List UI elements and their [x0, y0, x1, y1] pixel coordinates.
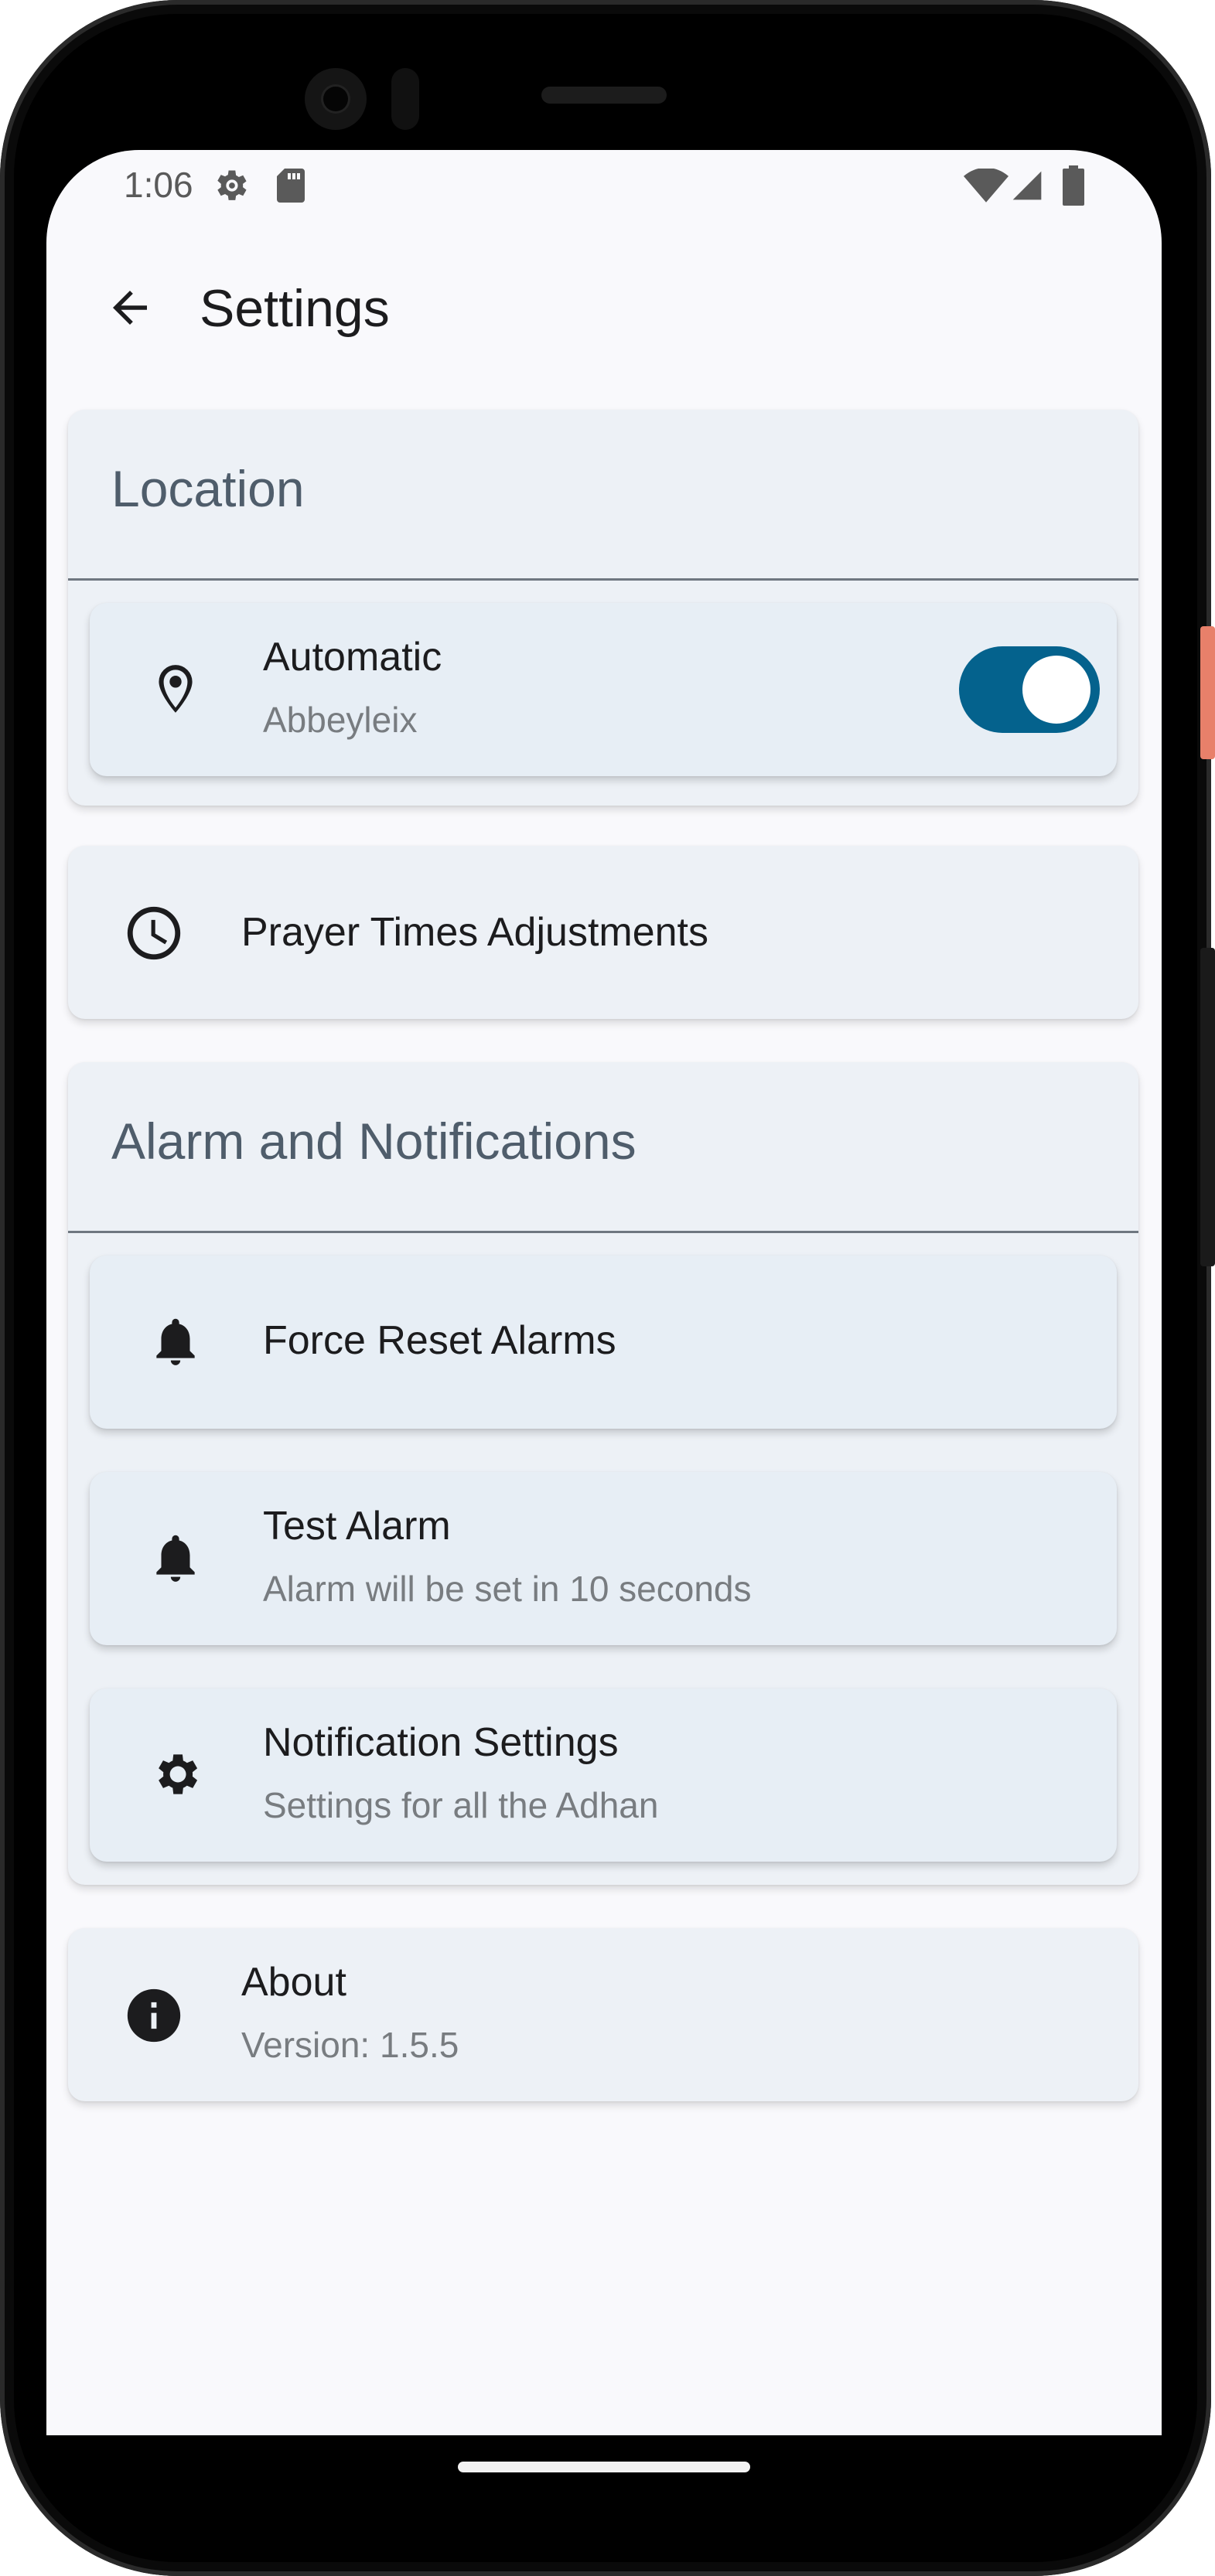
automatic-subtitle: Abbeyleix: [263, 700, 418, 740]
notification-settings-subtitle: Settings for all the Adhan: [263, 1785, 659, 1825]
section-divider: [68, 1231, 1138, 1233]
about-label: About: [241, 1960, 346, 2005]
status-time: 1:06: [124, 165, 193, 205]
prayer-times-adjustments-label: Prayer Times Adjustments: [241, 910, 708, 955]
proximity-sensor: [391, 68, 419, 130]
screen: 1:06 Settings Location Automatic Abbeyle…: [46, 150, 1162, 2438]
page-title: Settings: [200, 279, 390, 338]
force-reset-alarms-label: Force Reset Alarms: [263, 1318, 616, 1363]
prayer-times-adjustments-row[interactable]: Prayer Times Adjustments: [68, 846, 1138, 1019]
cell-signal-icon: [1012, 171, 1042, 200]
about-row[interactable]: About Version: 1.5.5: [68, 1928, 1138, 2101]
clock-icon: [127, 906, 181, 960]
location-section-title: Location: [111, 460, 305, 517]
alarm-notifications-section-title: Alarm and Notifications: [111, 1113, 637, 1170]
gear-icon: [159, 1754, 198, 1794]
navigation-bar: [46, 2435, 1162, 2544]
toggle-knob: [1022, 656, 1090, 724]
test-alarm-subtitle: Alarm will be set in 10 seconds: [263, 1569, 752, 1609]
automatic-location-row[interactable]: Automatic Abbeyleix: [90, 603, 1117, 776]
volume-button: [1200, 948, 1215, 1266]
automatic-label: Automatic: [263, 635, 442, 680]
automatic-location-toggle[interactable]: [959, 646, 1100, 733]
force-reset-alarms-row[interactable]: Force Reset Alarms: [90, 1256, 1117, 1429]
info-icon: [127, 1988, 181, 2043]
location-pin-icon: [159, 665, 193, 713]
section-divider: [68, 578, 1138, 581]
notification-settings-label: Notification Settings: [263, 1720, 619, 1765]
power-button: [1200, 626, 1215, 759]
location-section-card: Location Automatic Abbeyleix: [68, 410, 1138, 806]
wifi-icon: [964, 169, 1009, 203]
about-subtitle: Version: 1.5.5: [241, 2025, 459, 2065]
arrow-back-icon: [113, 291, 147, 325]
home-gesture-bar[interactable]: [458, 2462, 750, 2472]
back-button[interactable]: [91, 269, 169, 346]
test-alarm-row[interactable]: Test Alarm Alarm will be set in 10 secon…: [90, 1472, 1117, 1645]
battery-icon: [1063, 165, 1084, 206]
alarm-notifications-section-card: Alarm and Notifications Force Reset Alar…: [68, 1062, 1138, 1885]
notification-settings-row[interactable]: Notification Settings Settings for all t…: [90, 1688, 1117, 1862]
bell-icon: [156, 1535, 195, 1582]
earpiece-speaker: [541, 87, 667, 104]
bell-icon: [156, 1318, 195, 1365]
sd-card-icon: [277, 169, 305, 203]
front-camera: [305, 68, 367, 130]
settings-gear-status-icon: [217, 170, 247, 200]
test-alarm-label: Test Alarm: [263, 1504, 451, 1549]
